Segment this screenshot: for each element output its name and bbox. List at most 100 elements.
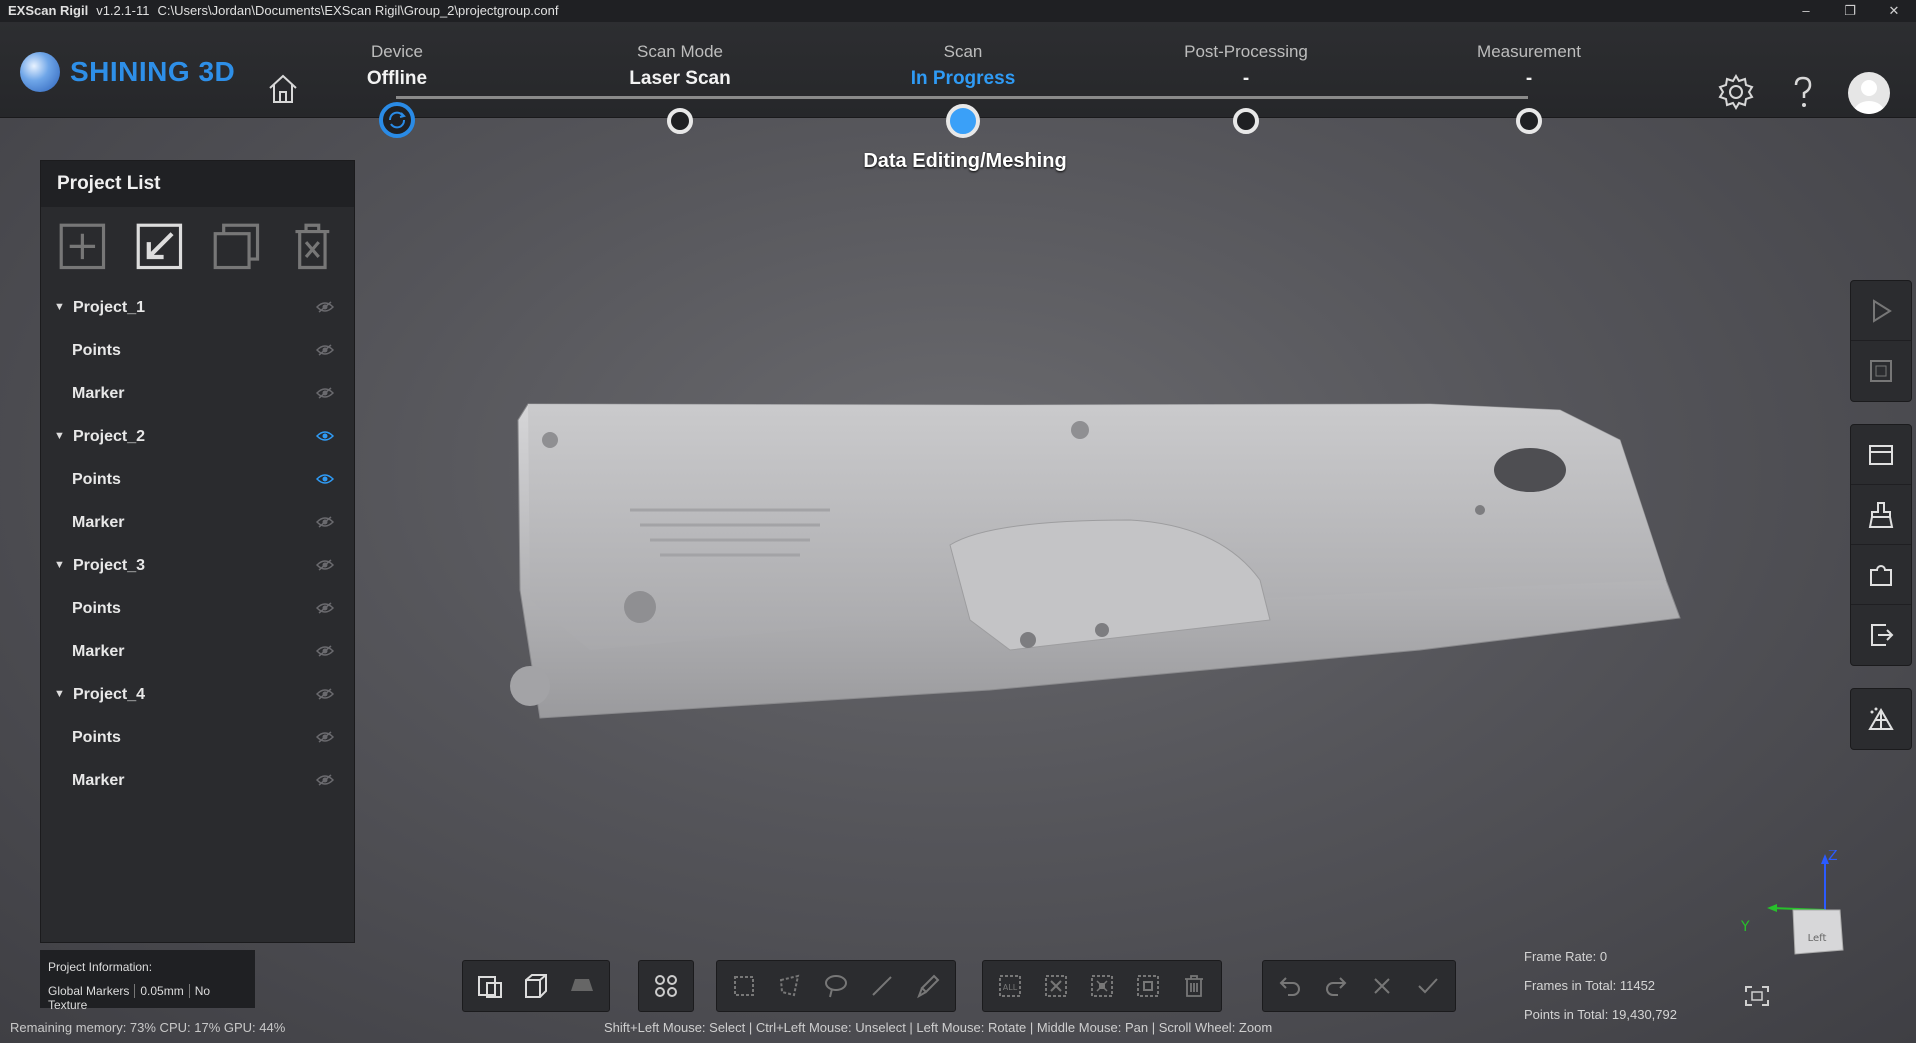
poly-select-button[interactable] <box>767 963 813 1009</box>
help-icon[interactable] <box>1783 72 1823 112</box>
expand-caret-icon[interactable]: ▼ <box>54 673 65 716</box>
step-device[interactable]: Device Offline <box>297 42 497 90</box>
unselect-button[interactable] <box>1033 963 1079 1009</box>
unselect-icon <box>1045 975 1067 997</box>
eye-icon[interactable] <box>316 472 334 486</box>
tree-item-project[interactable]: ▼ Project_2 <box>41 415 354 458</box>
step-node-device[interactable] <box>379 102 415 138</box>
frame-view-button[interactable] <box>1851 341 1911 401</box>
puzzle-icon <box>1870 564 1892 586</box>
select-all-button[interactable]: ALL <box>987 963 1033 1009</box>
scan-point-cloud[interactable] <box>430 350 1720 760</box>
window-button[interactable] <box>1851 425 1911 485</box>
tree-item-child[interactable]: Marker <box>41 630 354 673</box>
expand-caret-icon[interactable]: ▼ <box>54 544 65 587</box>
duplicate-icon[interactable] <box>211 221 262 272</box>
eye-hidden-icon[interactable] <box>316 515 334 529</box>
plane-icon <box>571 979 593 991</box>
lasso-select-button[interactable] <box>813 963 859 1009</box>
fit-view-icon[interactable] <box>1744 985 1770 1007</box>
delete-icon[interactable] <box>287 221 338 272</box>
redo-button[interactable] <box>1313 963 1359 1009</box>
minimize-button[interactable]: – <box>1784 0 1828 22</box>
avatar[interactable] <box>1848 72 1890 114</box>
cancel-button[interactable] <box>1359 963 1405 1009</box>
eye-icon[interactable] <box>316 429 334 443</box>
brush-select-button[interactable] <box>905 963 951 1009</box>
invert-select-button[interactable] <box>1079 963 1125 1009</box>
invert-select-icon <box>1091 975 1113 997</box>
export-button[interactable] <box>1851 605 1911 665</box>
rect-select-button[interactable] <box>721 963 767 1009</box>
tree-item-label: Marker <box>72 384 125 402</box>
eye-hidden-icon[interactable] <box>316 687 334 701</box>
view-icon <box>478 976 502 998</box>
eye-hidden-icon[interactable] <box>316 386 334 400</box>
tree-item-child[interactable]: Points <box>41 587 354 630</box>
tree-item-project[interactable]: ▼ Project_1 <box>41 286 354 329</box>
step-node-measurement[interactable] <box>1516 108 1542 134</box>
restore-button[interactable]: ❐ <box>1828 0 1872 22</box>
eye-hidden-icon[interactable] <box>316 300 334 314</box>
tree-item-label: Marker <box>72 642 125 660</box>
window-icon <box>1869 444 1893 465</box>
line-select-button[interactable] <box>859 963 905 1009</box>
tree-item-child[interactable]: Points <box>41 329 354 372</box>
step-caption: Device <box>371 42 423 61</box>
scan-stats: Frame Rate: 0 Frames in Total: 11452 Poi… <box>1524 942 1677 1029</box>
home-icon[interactable] <box>266 72 300 106</box>
tree-item-project[interactable]: ▼ Project_4 <box>41 673 354 716</box>
tree-item-project[interactable]: ▼ Project_3 <box>41 544 354 587</box>
step-scan[interactable]: Scan In Progress <box>863 42 1063 90</box>
tree-item-child[interactable]: Marker <box>41 372 354 415</box>
view-button[interactable] <box>467 963 513 1009</box>
step-node-post-processing[interactable] <box>1233 108 1259 134</box>
eye-hidden-icon[interactable] <box>316 773 334 787</box>
step-post-processing[interactable]: Post-Processing - <box>1146 42 1346 90</box>
tree-item-label: Marker <box>72 513 125 531</box>
step-node-scan-mode[interactable] <box>667 108 693 134</box>
frame-icon <box>1870 360 1892 382</box>
check-icon <box>1418 978 1438 994</box>
plane-button[interactable] <box>559 963 605 1009</box>
tree-item-child[interactable]: Points <box>41 458 354 501</box>
mesh-button[interactable] <box>1851 689 1911 749</box>
tree-item-child[interactable]: Marker <box>41 501 354 544</box>
step-measurement[interactable]: Measurement - <box>1429 42 1629 90</box>
toolbar-view-group <box>462 960 610 1012</box>
cube-view-button[interactable] <box>513 963 559 1009</box>
gear-icon[interactable] <box>1716 72 1756 112</box>
tree-item-child[interactable]: Marker <box>41 759 354 802</box>
eye-hidden-icon[interactable] <box>316 343 334 357</box>
trash-icon <box>1185 975 1203 997</box>
step-scan-mode[interactable]: Scan Mode Laser Scan <box>580 42 780 90</box>
eye-hidden-icon[interactable] <box>316 601 334 615</box>
tree-item-child[interactable]: Points <box>41 716 354 759</box>
clean-button[interactable] <box>1851 485 1911 545</box>
step-node-scan[interactable] <box>946 104 980 138</box>
orientation-gizmo[interactable]: Z Y Left <box>1735 850 1855 970</box>
play-icon <box>1873 298 1892 323</box>
apply-button[interactable] <box>1405 963 1451 1009</box>
project-tree: ▼ Project_1 Points Marker ▼ Project_2 Points Ma… <box>41 286 354 802</box>
cube-icon <box>525 974 547 998</box>
mouse-hint: Shift+Left Mouse: Select | Ctrl+Left Mou… <box>604 1020 1273 1035</box>
step-value: - <box>1525 68 1533 89</box>
import-icon[interactable] <box>134 221 185 272</box>
workflow-progress-line <box>396 96 1528 99</box>
eye-hidden-icon[interactable] <box>316 644 334 658</box>
new-project-icon[interactable] <box>57 221 108 272</box>
undo-button[interactable] <box>1267 963 1313 1009</box>
merge-button[interactable] <box>1851 545 1911 605</box>
connected-select-button[interactable] <box>1125 963 1171 1009</box>
play-button[interactable] <box>1851 281 1911 341</box>
eye-hidden-icon[interactable] <box>316 730 334 744</box>
close-button[interactable]: ✕ <box>1872 0 1916 22</box>
rect-select-icon <box>734 976 754 996</box>
eye-hidden-icon[interactable] <box>316 558 334 572</box>
expand-caret-icon[interactable]: ▼ <box>54 286 65 329</box>
expand-caret-icon[interactable]: ▼ <box>54 415 65 458</box>
markers-button[interactable] <box>643 963 689 1009</box>
step-caption: Scan <box>943 42 983 61</box>
delete-selection-button[interactable] <box>1171 963 1217 1009</box>
